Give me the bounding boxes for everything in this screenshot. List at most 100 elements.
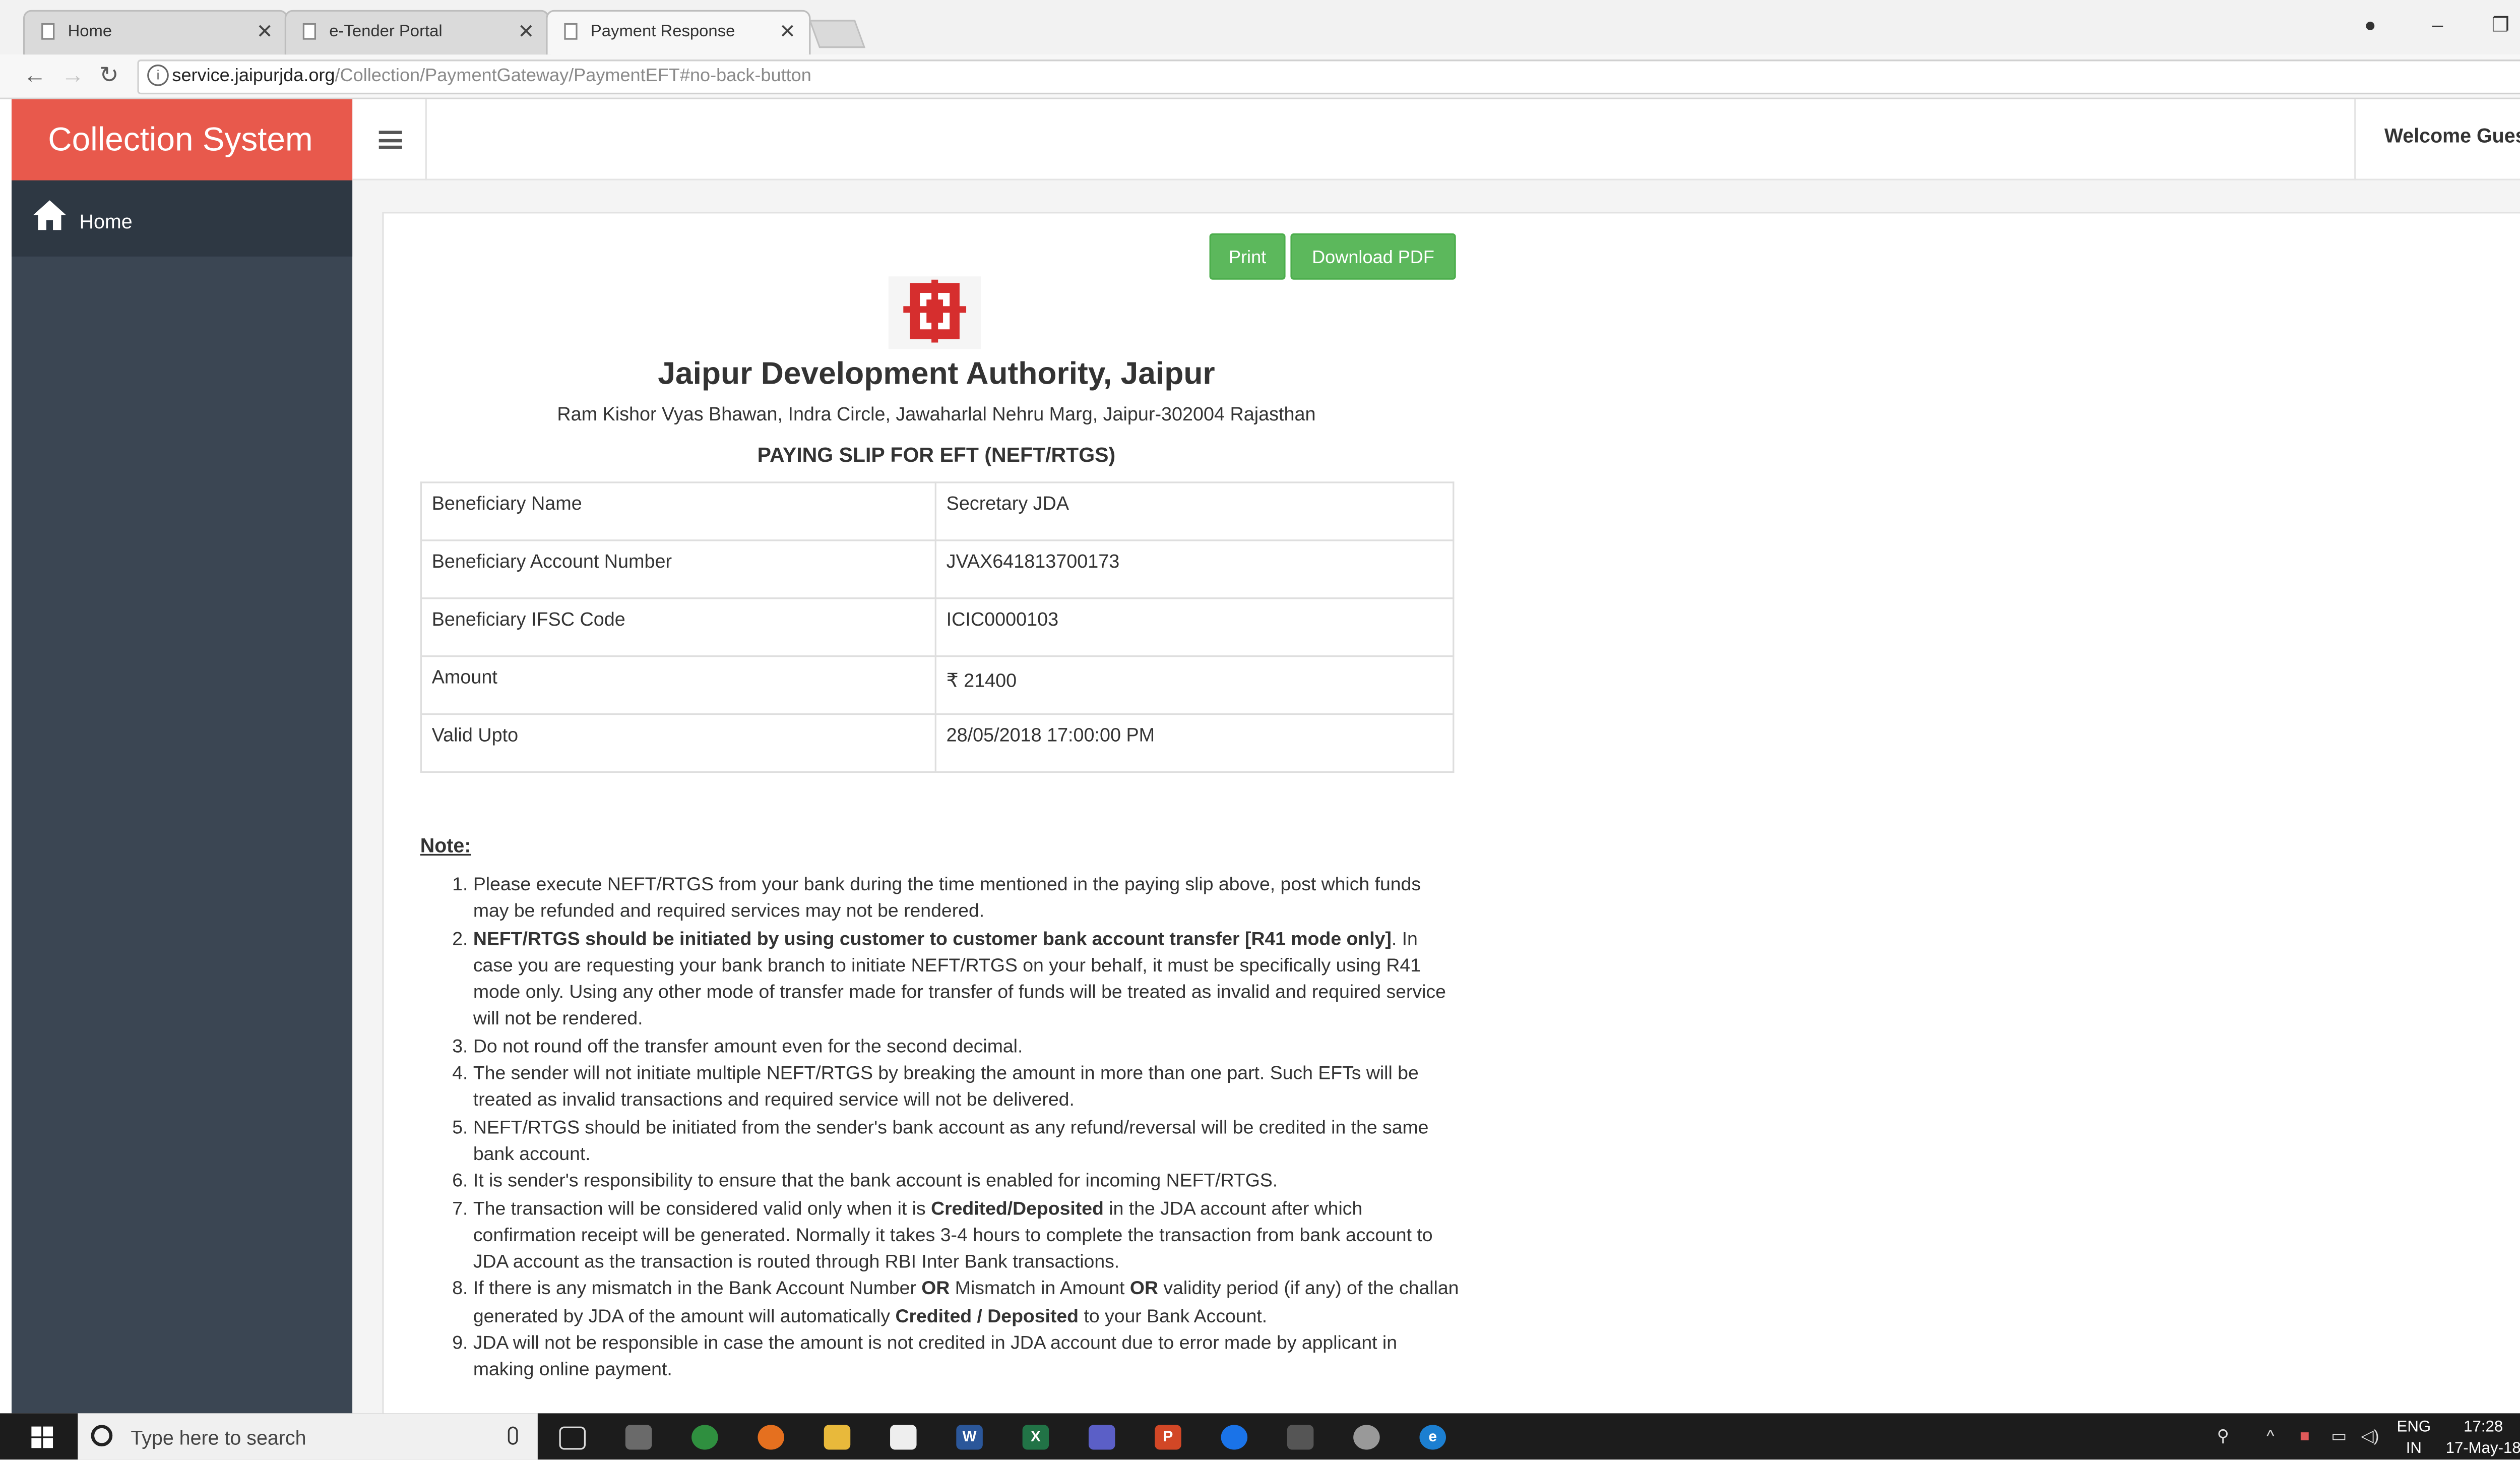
sidebar-item-home[interactable]: Home (11, 180, 353, 257)
address-bar: ← → ↻ i service.jaipurjda.org/Collection… (0, 54, 2520, 99)
restore-icon[interactable]: ❐ (2492, 13, 2509, 36)
download-pdf-button[interactable]: Download PDF (1290, 233, 1456, 280)
jda-logo (888, 276, 981, 349)
close-icon[interactable]: ✕ (518, 20, 534, 43)
note-text: Please execute NEFT/RTGS from your bank … (473, 875, 1421, 923)
teamviewer-icon[interactable] (1221, 1425, 1248, 1450)
cortana-icon (91, 1425, 113, 1446)
url-path: /Collection/PaymentGateway/PaymentEFT#no… (335, 66, 811, 86)
row-label: Beneficiary Name (420, 481, 936, 541)
note-item: JDA will not be responsible in case the … (473, 1330, 1459, 1384)
note-emphasis: NEFT/RTGS should be initiated by using c… (473, 929, 1392, 949)
note-item: The sender will not initiate multiple NE… (473, 1061, 1459, 1115)
note-item: It is sender's responsibility to ensure … (473, 1169, 1459, 1195)
lang-line2: IN (2406, 1439, 2422, 1458)
page-icon (564, 23, 578, 40)
row-value: Secretary JDA (934, 481, 1455, 541)
taskbar: Type here to search W X P e ⚲ ^ ■ ▭ ◁) E… (0, 1413, 2520, 1460)
url-input[interactable]: i service.jaipurjda.org/Collection/Payme… (137, 59, 2520, 95)
people-icon[interactable]: ⚲ (2217, 1428, 2229, 1446)
table-row: Amount ₹ 21400 (420, 655, 1455, 715)
note-emphasis: OR (921, 1280, 950, 1300)
print-button[interactable]: Print (1209, 233, 1286, 280)
note-emphasis: Credited / Deposited (895, 1307, 1079, 1327)
org-address: Ram Kishor Vyas Bhawan, Indra Circle, Ja… (557, 405, 1316, 425)
powerpoint-icon[interactable]: P (1155, 1425, 1181, 1450)
note-text: Do not round off the transfer amount eve… (473, 1037, 1023, 1057)
note-item: NEFT/RTGS should be initiated by using c… (473, 926, 1459, 1034)
note-emphasis: OR (1129, 1280, 1158, 1300)
row-label: Beneficiary IFSC Code (420, 597, 936, 657)
tab-home[interactable]: Home ✕ (23, 10, 288, 55)
chevron-up-icon[interactable]: ^ (2266, 1428, 2274, 1446)
note-text: It is sender's responsibility to ensure … (473, 1172, 1278, 1192)
url-host: service.jaipurjda.org (172, 66, 335, 86)
row-label: Valid Upto (420, 713, 936, 773)
note-item: If there is any mismatch in the Bank Acc… (473, 1276, 1459, 1330)
reload-icon[interactable]: ↻ (99, 61, 119, 89)
close-icon[interactable]: ✕ (779, 20, 796, 43)
note-text: The sender will not initiate multiple NE… (473, 1064, 1419, 1111)
slip-table: Beneficiary Name Secretary JDA Beneficia… (420, 481, 1455, 773)
divider (425, 99, 427, 180)
note-item: NEFT/RTGS should be initiated from the s… (473, 1115, 1459, 1169)
sidebar-item-label: Home (79, 210, 133, 233)
close-icon[interactable]: ✕ (257, 20, 273, 43)
note-heading: Note: (420, 834, 471, 858)
note-text: If there is any mismatch in the Bank Acc… (473, 1280, 922, 1300)
org-name: Jaipur Development Authority, Jaipur (658, 357, 1215, 392)
screen: Home ✕ e-Tender Portal ✕ Payment Respons… (0, 0, 2520, 1460)
file-explorer-icon[interactable] (824, 1425, 851, 1450)
app-icon[interactable] (625, 1425, 652, 1450)
lang-line1: ENG (2397, 1418, 2431, 1437)
forward-icon[interactable]: → (61, 61, 84, 88)
info-icon[interactable]: i (147, 65, 169, 86)
microphone-icon[interactable] (508, 1426, 518, 1445)
home-icon (33, 200, 67, 230)
note-item: The transaction will be considered valid… (473, 1196, 1459, 1276)
brand-title: Collection System (48, 122, 313, 159)
profile-icon[interactable]: ● (2364, 13, 2376, 36)
notes-list: Please execute NEFT/RTGS from your bank … (420, 872, 1459, 1384)
table-row: Beneficiary Account Number JVAX641813700… (420, 539, 1455, 599)
network-icon[interactable]: ▭ (2331, 1428, 2347, 1446)
firefox-icon[interactable] (758, 1425, 784, 1450)
language-indicator[interactable]: ENG IN (2396, 1417, 2432, 1459)
minimize-icon[interactable]: – (2432, 13, 2443, 36)
internet-explorer-icon[interactable]: e (1419, 1425, 1446, 1450)
save-app-icon[interactable] (1088, 1425, 1115, 1450)
row-value: ₹ 21400 (934, 655, 1455, 715)
chrome-icon[interactable] (691, 1425, 718, 1450)
row-label: Amount (420, 655, 936, 715)
app-icon[interactable] (1353, 1425, 1380, 1450)
page-icon (302, 23, 316, 40)
word-icon[interactable]: W (956, 1425, 983, 1450)
clock-date: 17-May-18 (2445, 1439, 2520, 1458)
clock[interactable]: 17:28 17-May-18 (2442, 1417, 2520, 1459)
tab-label: e-Tender Portal (329, 23, 443, 42)
tab-e-tender-portal[interactable]: e-Tender Portal ✕ (284, 10, 549, 55)
note-text: Mismatch in Amount (950, 1280, 1130, 1300)
new-tab-button[interactable] (808, 20, 866, 48)
table-row: Valid Upto 28/05/2018 17:00:00 PM (420, 713, 1455, 773)
brand-header: Collection System (11, 99, 353, 180)
row-value: JVAX641813700173 (934, 539, 1455, 599)
app-icon[interactable] (1287, 1425, 1314, 1450)
back-icon[interactable]: ← (23, 61, 46, 88)
windows-start-icon[interactable] (31, 1426, 54, 1448)
tab-payment-response[interactable]: Payment Response ✕ (546, 10, 811, 55)
browser-tab-strip: Home ✕ e-Tender Portal ✕ Payment Respons… (0, 0, 2520, 55)
tray-app-icon[interactable]: ■ (2300, 1428, 2310, 1446)
excel-icon[interactable]: X (1022, 1425, 1049, 1450)
tab-label: Home (68, 23, 112, 42)
task-view-icon[interactable] (559, 1426, 586, 1450)
row-value: 28/05/2018 17:00:00 PM (934, 713, 1455, 773)
row-value: ICIC0000103 (934, 597, 1455, 657)
volume-icon[interactable]: ◁) (2361, 1428, 2379, 1446)
taskbar-search-input[interactable]: Type here to search (78, 1413, 538, 1460)
sidebar: Collection System Home (11, 99, 353, 1414)
mail-icon[interactable] (890, 1425, 917, 1450)
note-text: The transaction will be considered valid… (473, 1199, 931, 1219)
table-row: Beneficiary IFSC Code ICIC0000103 (420, 597, 1455, 657)
menu-toggle-icon[interactable] (379, 131, 402, 149)
